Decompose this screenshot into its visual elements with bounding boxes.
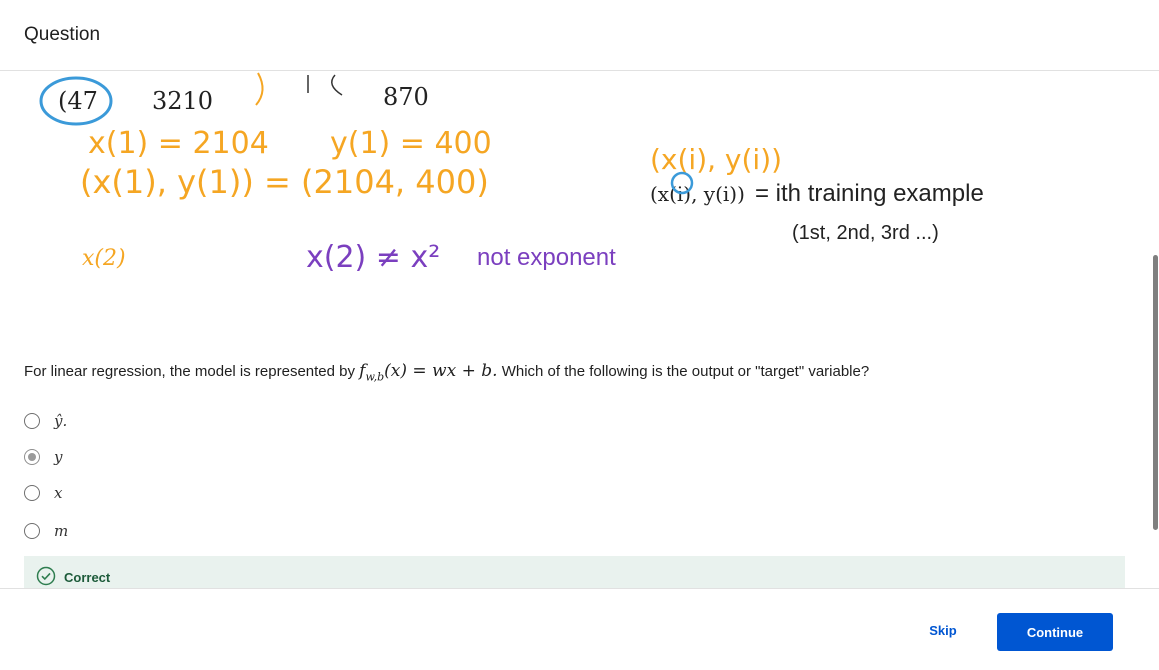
hw-47: (47 — [58, 87, 98, 115]
pair-label: (x(i), y(i)) — [650, 182, 745, 206]
hw-x1-equation: x(1) = 2104 — [88, 126, 269, 161]
option-m[interactable]: m — [24, 519, 68, 543]
option-label: x — [54, 484, 63, 502]
not-exponent-label: not exponent — [477, 244, 616, 271]
hw-x2: x(2) — [82, 246, 126, 271]
check-circle-icon — [36, 566, 56, 586]
option-label: y — [54, 448, 63, 466]
option-label: m — [54, 522, 69, 540]
continue-button[interactable]: Continue — [997, 613, 1113, 651]
ith-training-example: = ith training example — [755, 180, 984, 207]
option-label: ŷ. — [54, 412, 68, 430]
lecture-figure: ··· ··· ··· (47 3210 870 x(1) = 2104 y(1… — [0, 71, 1159, 301]
question-prefix: For linear regression, the model is repr… — [24, 363, 355, 380]
hw-870: 870 — [383, 83, 429, 111]
feedback-text: Correct — [64, 570, 111, 585]
radio-button[interactable] — [24, 413, 40, 429]
header: Question — [0, 0, 1159, 71]
hw-pair-equation: (x(1), y(1)) = (2104, 400) — [80, 163, 489, 201]
skip-button[interactable]: Skip — [915, 623, 971, 645]
footer-bar: Skip Continue — [0, 588, 1159, 670]
formula-sub: w,b — [365, 370, 385, 384]
svg-text:···: ··· — [400, 71, 411, 76]
hw-y1-equation: y(1) = 400 — [330, 126, 492, 161]
question-text: For linear regression, the model is repr… — [24, 361, 869, 383]
model-formula: fw,b(x) = wx + b. — [359, 361, 498, 384]
circled-47: (47 — [39, 76, 113, 126]
option-y-hat[interactable]: ŷ. — [24, 409, 67, 433]
page-title: Question — [24, 24, 101, 45]
scrollbar-thumb[interactable] — [1153, 255, 1158, 530]
svg-text:···: ··· — [172, 71, 183, 76]
radio-button[interactable] — [24, 485, 40, 501]
question-suffix: Which of the following is the output or … — [501, 363, 870, 380]
ordinals-label: (1st, 2nd, 3rd ...) — [792, 222, 939, 244]
svg-text:···: ··· — [55, 71, 66, 76]
option-y[interactable]: y — [24, 445, 62, 469]
radio-button-selected[interactable] — [24, 449, 40, 465]
option-x[interactable]: x — [24, 481, 62, 505]
question-page: Question ··· ··· ··· (47 3210 870 x(1) =… — [0, 0, 1159, 670]
radio-button[interactable] — [24, 523, 40, 539]
formula-rest: (x) = wx + b. — [384, 361, 498, 381]
hw-3210: 3210 — [152, 87, 213, 115]
hw-pair-i: (x(i), y(i)) — [650, 143, 782, 176]
hw-x2-neq: x(2) ≠ x² — [306, 240, 440, 275]
feedback-panel: Correct — [24, 556, 1125, 588]
